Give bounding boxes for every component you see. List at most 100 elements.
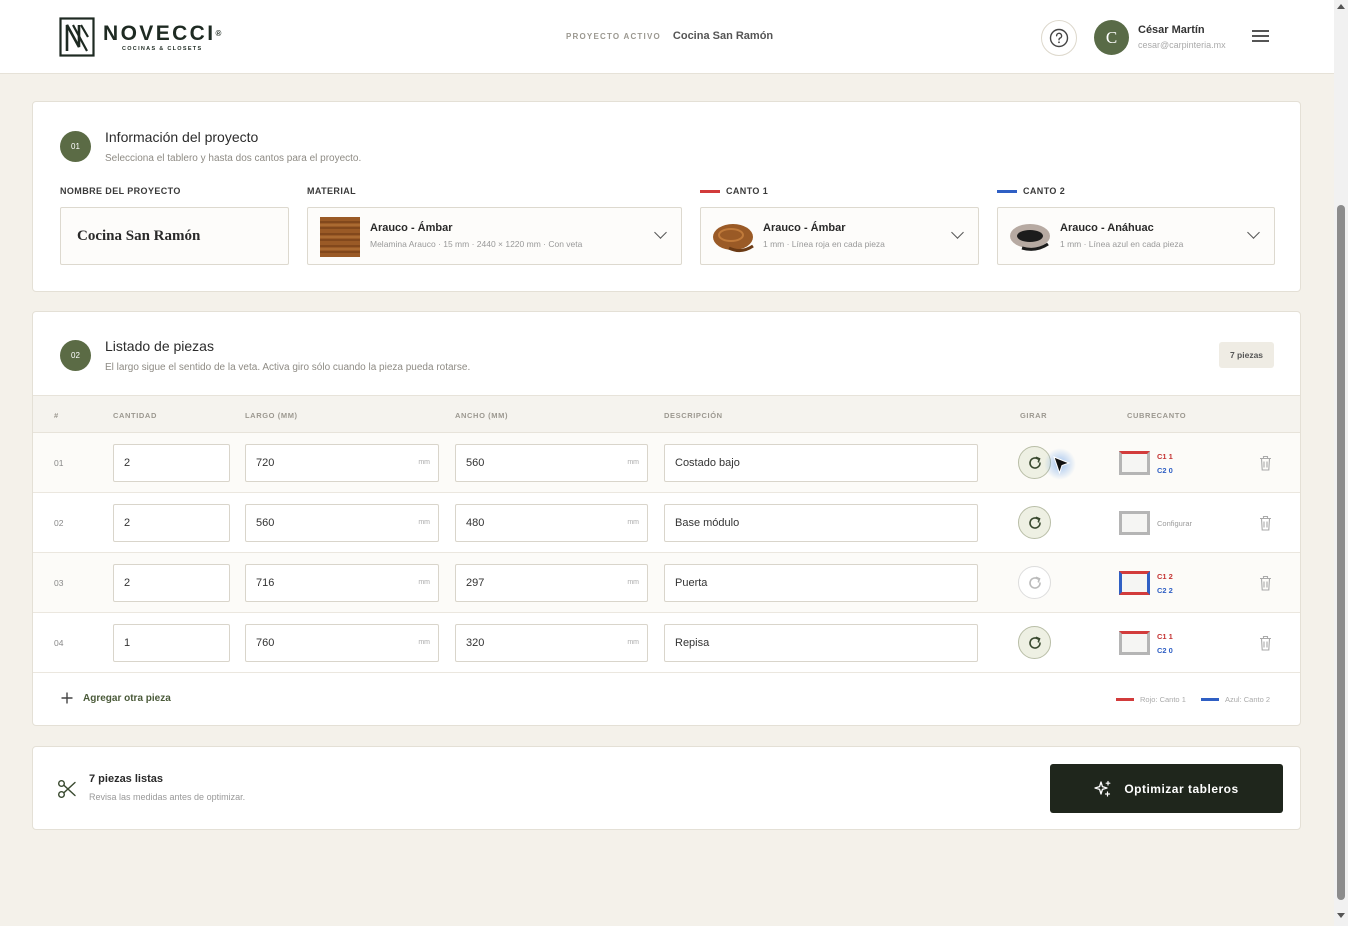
blue-line-icon: [1201, 698, 1219, 701]
edge-c1-count: C1 2: [1157, 572, 1173, 581]
help-button[interactable]: [1041, 20, 1077, 56]
trash-icon[interactable]: [1259, 635, 1272, 651]
description-input[interactable]: Repisa: [664, 624, 978, 662]
step-badge-01: 01: [60, 131, 91, 162]
width-value: 297: [466, 577, 485, 589]
description-value: Base módulo: [675, 517, 740, 529]
chevron-down-icon: [1247, 226, 1260, 239]
rotate-toggle[interactable]: [1018, 506, 1051, 539]
qty-value: 1: [124, 637, 131, 649]
length-input[interactable]: 760 mm: [245, 624, 439, 662]
avatar[interactable]: C: [1094, 20, 1129, 55]
width-input[interactable]: 560 mm: [455, 444, 648, 482]
project-name-input[interactable]: Cocina San Ramón: [60, 207, 289, 265]
rotate-icon: [1028, 456, 1041, 469]
ready-count: 7 piezas listas: [89, 773, 163, 785]
row-number: 04: [54, 638, 64, 648]
edge-config-button[interactable]: [1119, 631, 1150, 655]
description-value: Repisa: [675, 637, 710, 649]
legend-red-label: Rojo: Canto 1: [1140, 695, 1186, 704]
user-email: cesar@carpinteria.mx: [1138, 40, 1226, 50]
trash-icon[interactable]: [1259, 455, 1272, 471]
add-piece-button[interactable]: Agregar otra pieza: [61, 692, 171, 704]
length-input[interactable]: 716 mm: [245, 564, 439, 602]
section-subtitle: El largo sigue el sentido de la veta. Ac…: [105, 362, 471, 373]
material-label: MATERIAL: [307, 186, 357, 196]
edge-roll-amber-icon: [713, 224, 754, 253]
description-input[interactable]: Base módulo: [664, 504, 978, 542]
rotate-toggle[interactable]: [1018, 626, 1051, 659]
canto1-label: CANTO 1: [700, 186, 768, 196]
rotate-icon: [1028, 576, 1041, 589]
brand-tagline: COCINAS & CLOSETS: [121, 45, 203, 52]
col-qty: CANTIDAD: [113, 411, 157, 420]
canto2-label-text: CANTO 2: [1023, 186, 1066, 196]
red-line-icon: [700, 189, 720, 193]
canto1-select[interactable]: Arauco - Ámbar 1 mm · Línea roja en cada…: [700, 207, 979, 265]
section-title: Listado de piezas: [105, 338, 214, 354]
canto2-title: Arauco - Anáhuac: [1060, 222, 1154, 234]
add-piece-label: Agregar otra pieza: [83, 692, 171, 704]
description-input[interactable]: Puerta: [664, 564, 978, 602]
col-width: ANCHO (MM): [455, 411, 509, 420]
optimize-button[interactable]: Optimizar tableros: [1050, 764, 1283, 813]
description-value: Costado bajo: [675, 457, 740, 469]
width-input[interactable]: 480 mm: [455, 504, 648, 542]
material-select[interactable]: Arauco - Ámbar Melamina Arauco · 15 mm ·…: [307, 207, 682, 265]
qty-input[interactable]: 2: [113, 564, 230, 602]
width-value: 480: [466, 517, 485, 529]
table-row: 04 1 760 mm 320 mm Repisa C1 1 C2 0: [33, 613, 1300, 673]
description-input[interactable]: Costado bajo: [664, 444, 978, 482]
legend-blue: Azul: Canto 2: [1201, 695, 1270, 704]
edge-config-button[interactable]: [1119, 571, 1150, 595]
scrollbar-thumb[interactable]: [1337, 205, 1345, 900]
rotate-icon: [1028, 636, 1041, 649]
qty-value: 2: [124, 517, 131, 529]
unit-label: mm: [418, 639, 430, 646]
canto2-label: CANTO 2: [997, 186, 1065, 196]
trash-icon[interactable]: [1259, 575, 1272, 591]
length-input[interactable]: 560 mm: [245, 504, 439, 542]
active-project-label: PROYECTO ACTIVO: [566, 32, 661, 41]
wood-swatch: [320, 217, 360, 257]
canto1-subtitle: 1 mm · Línea roja en cada pieza: [763, 239, 885, 249]
mouse-cursor-icon: [1053, 456, 1071, 475]
length-input[interactable]: 720 mm: [245, 444, 439, 482]
qty-value: 2: [124, 577, 131, 589]
scroll-down-arrow-icon[interactable]: [1337, 913, 1345, 918]
qty-input[interactable]: 1: [113, 624, 230, 662]
edge-config-button[interactable]: [1119, 451, 1150, 475]
legend-red: Rojo: Canto 1: [1116, 695, 1186, 704]
canto2-subtitle: 1 mm · Línea azul en cada pieza: [1060, 239, 1184, 249]
section-subtitle: Selecciona el tablero y hasta dos cantos…: [105, 153, 362, 164]
width-input[interactable]: 320 mm: [455, 624, 648, 662]
canto2-select[interactable]: Arauco - Anáhuac 1 mm · Línea azul en ca…: [997, 207, 1275, 265]
trash-icon[interactable]: [1259, 515, 1272, 531]
edge-c1-count: C1 1: [1157, 452, 1173, 461]
material-title: Arauco - Ámbar: [370, 222, 453, 234]
qty-input[interactable]: 2: [113, 444, 230, 482]
qty-input[interactable]: 2: [113, 504, 230, 542]
question-icon: [1049, 28, 1069, 48]
brand-name: NOVECCI®: [103, 21, 222, 45]
active-project-name: Cocina San Ramón: [672, 30, 774, 42]
pieces-count-badge: 7 piezas: [1219, 342, 1274, 368]
length-value: 720: [256, 457, 275, 469]
section-title: Información del proyecto: [105, 129, 259, 145]
length-value: 760: [256, 637, 275, 649]
edge-c2-count: C2 2: [1157, 586, 1173, 595]
qty-value: 2: [124, 457, 131, 469]
scissors-icon: [58, 780, 76, 798]
table-row: 02 2 560 mm 480 mm Base módulo Configurar: [33, 493, 1300, 553]
scroll-up-arrow-icon[interactable]: [1337, 4, 1345, 9]
brand-logo[interactable]: NOVECCI® COCINAS & CLOSETS: [59, 17, 221, 57]
length-value: 716: [256, 577, 275, 589]
edge-config-button[interactable]: [1119, 511, 1150, 535]
menu-icon[interactable]: [1252, 30, 1269, 44]
rotate-toggle[interactable]: [1018, 566, 1051, 599]
width-input[interactable]: 297 mm: [455, 564, 648, 602]
edge-c2-count: C2 0: [1157, 466, 1173, 475]
row-number: 03: [54, 578, 64, 588]
ready-subtitle: Revisa las medidas antes de optimizar.: [89, 792, 246, 802]
length-value: 560: [256, 517, 275, 529]
